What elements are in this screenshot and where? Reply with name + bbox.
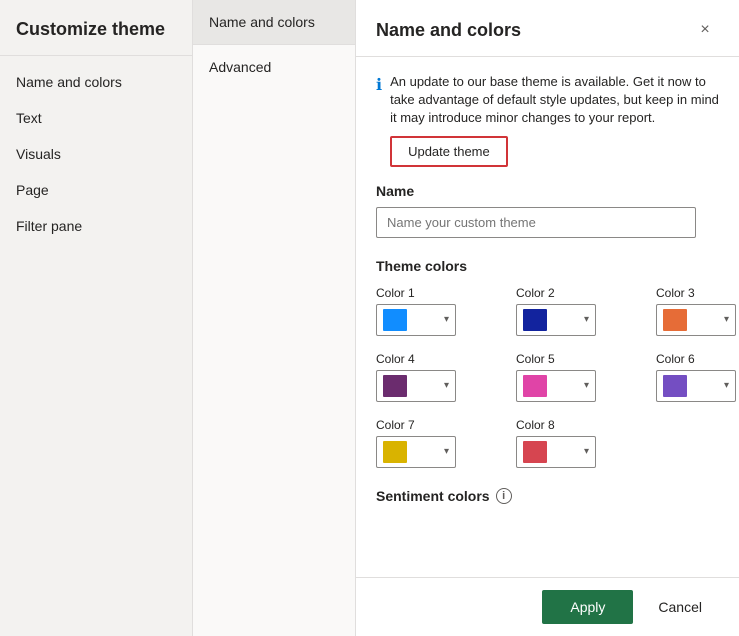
sidebar-item-name-and-colors[interactable]: Name and colors	[0, 64, 192, 100]
main-content: Name and colors × ℹ An update to our bas…	[356, 0, 739, 636]
sidebar-item-visuals[interactable]: Visuals	[0, 136, 192, 172]
info-banner-content: An update to our base theme is available…	[390, 73, 719, 167]
color-item-color3: Color 3 ▾	[656, 286, 739, 336]
sidebar-item-page[interactable]: Page	[0, 172, 192, 208]
color-label-color6: Color 6	[656, 352, 739, 366]
color-picker-color2[interactable]: ▾	[516, 304, 596, 336]
update-theme-button[interactable]: Update theme	[390, 136, 508, 167]
name-section-label: Name	[376, 183, 719, 199]
color-picker-color1[interactable]: ▾	[376, 304, 456, 336]
main-footer: Apply Cancel	[356, 577, 739, 636]
color-item-color8: Color 8 ▾	[516, 418, 636, 468]
colors-grid: Color 1▾Color 2▾Color 3▾Color 4▾Color 5▾…	[376, 286, 719, 468]
color-item-color2: Color 2 ▾	[516, 286, 636, 336]
chevron-down-icon-color1: ▾	[444, 314, 449, 325]
theme-colors-label: Theme colors	[376, 258, 719, 274]
chevron-down-icon-color6: ▾	[724, 380, 729, 391]
color-label-color5: Color 5	[516, 352, 636, 366]
color-picker-color8[interactable]: ▾	[516, 436, 596, 468]
sidebar-item-text[interactable]: Text	[0, 100, 192, 136]
main-header-title: Name and colors	[376, 20, 521, 41]
sidebar-item-filter-pane[interactable]: Filter pane	[0, 208, 192, 244]
chevron-down-icon-color8: ▾	[584, 446, 589, 457]
cancel-button[interactable]: Cancel	[641, 590, 719, 624]
color-item-color4: Color 4 ▾	[376, 352, 496, 402]
color-picker-color5[interactable]: ▾	[516, 370, 596, 402]
middle-item-name-and-colors[interactable]: Name and colors	[193, 0, 355, 45]
sidebar-left: Customize theme Name and colorsTextVisua…	[0, 0, 193, 636]
color-item-color1: Color 1 ▾	[376, 286, 496, 336]
color-label-color4: Color 4	[376, 352, 496, 366]
color-swatch-color2	[523, 309, 547, 331]
chevron-down-icon-color2: ▾	[584, 314, 589, 325]
color-picker-color6[interactable]: ▾	[656, 370, 736, 402]
color-label-color3: Color 3	[656, 286, 739, 300]
color-label-color2: Color 2	[516, 286, 636, 300]
color-picker-color4[interactable]: ▾	[376, 370, 456, 402]
chevron-down-icon-color4: ▾	[444, 380, 449, 391]
color-item-color6: Color 6 ▾	[656, 352, 739, 402]
info-banner-text: An update to our base theme is available…	[390, 74, 719, 125]
close-button[interactable]: ×	[691, 16, 719, 44]
info-icon: ℹ	[376, 75, 382, 167]
color-label-color8: Color 8	[516, 418, 636, 432]
middle-item-advanced[interactable]: Advanced	[193, 45, 355, 89]
info-banner: ℹ An update to our base theme is availab…	[376, 73, 719, 167]
sidebar-middle: Name and colorsAdvanced	[193, 0, 356, 636]
color-label-color7: Color 7	[376, 418, 496, 432]
chevron-down-icon-color7: ▾	[444, 446, 449, 457]
color-swatch-color4	[383, 375, 407, 397]
color-label-color1: Color 1	[376, 286, 496, 300]
chevron-down-icon-color3: ▾	[724, 314, 729, 325]
apply-button[interactable]: Apply	[542, 590, 633, 624]
color-item-color7: Color 7 ▾	[376, 418, 496, 468]
color-swatch-color5	[523, 375, 547, 397]
color-swatch-color7	[383, 441, 407, 463]
color-swatch-color1	[383, 309, 407, 331]
sentiment-colors-label: Sentiment colors i	[376, 488, 719, 504]
color-swatch-color8	[523, 441, 547, 463]
sidebar-left-nav: Name and colorsTextVisualsPageFilter pan…	[0, 56, 192, 252]
theme-name-input[interactable]	[376, 207, 696, 238]
color-item-color5: Color 5 ▾	[516, 352, 636, 402]
color-picker-color7[interactable]: ▾	[376, 436, 456, 468]
chevron-down-icon-color5: ▾	[584, 380, 589, 391]
color-swatch-color3	[663, 309, 687, 331]
main-body: ℹ An update to our base theme is availab…	[356, 57, 739, 577]
sidebar-left-header: Customize theme	[0, 0, 192, 56]
color-swatch-color6	[663, 375, 687, 397]
main-header: Name and colors ×	[356, 0, 739, 57]
color-picker-color3[interactable]: ▾	[656, 304, 736, 336]
sentiment-info-icon[interactable]: i	[496, 488, 512, 504]
